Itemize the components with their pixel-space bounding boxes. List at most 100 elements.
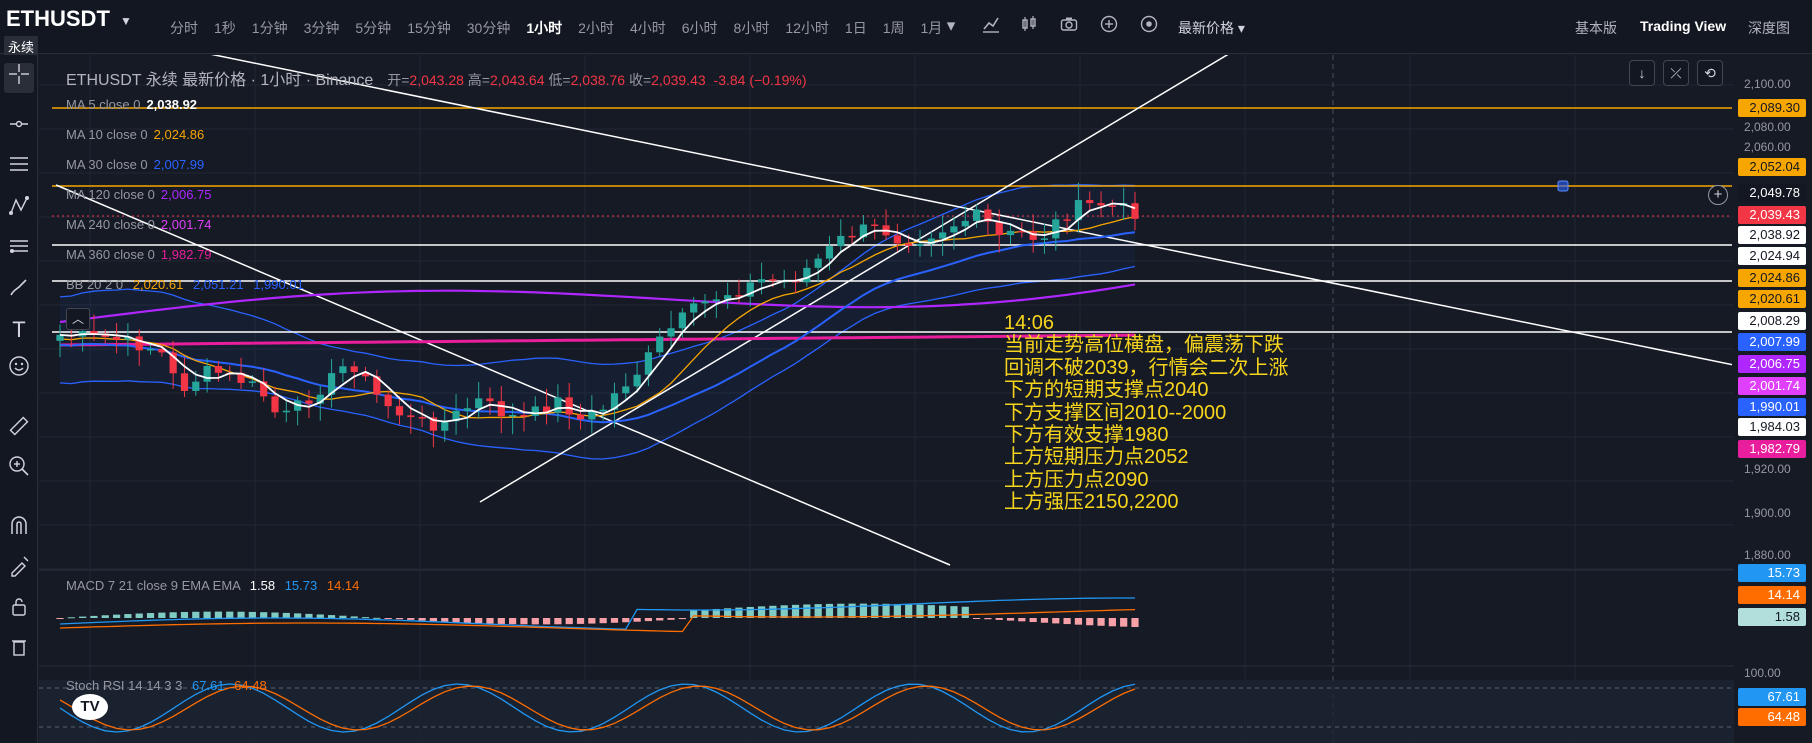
reset-chart-icon[interactable]: ⟲ [1697, 60, 1723, 86]
candle-body [972, 209, 981, 221]
interval-11[interactable]: 8小时 [726, 18, 778, 38]
stoch-rsi-legend[interactable]: Stoch RSI 14 14 3 3 67.61 64.48 [66, 678, 267, 693]
interval-7[interactable]: 1小时 [518, 18, 570, 38]
scroll-down-icon[interactable]: ↓ [1629, 60, 1655, 86]
interval-10[interactable]: 6小时 [674, 18, 726, 38]
price-axis-label: 2,006.75 [1738, 355, 1806, 373]
interval-2[interactable]: 1分钟 [244, 18, 296, 38]
bb-label: BB 20 2 0 [66, 277, 124, 292]
fib-icon[interactable] [4, 235, 34, 265]
horizontal-lines-icon[interactable] [4, 153, 34, 183]
fullscreen-icon[interactable]: ⤫ [1663, 60, 1689, 86]
zoom-in-icon[interactable] [4, 455, 34, 485]
macd-legend[interactable]: MACD 7 21 close 9 EMA EMA 1.58 15.73 14.… [66, 578, 359, 593]
macd-histogram-bar [893, 604, 901, 618]
macd-histogram-bar [327, 615, 336, 618]
ma30-legend[interactable]: MA 30 close 0 2,007.99 [66, 157, 204, 172]
pattern-icon[interactable] [4, 195, 34, 225]
macd-histogram-bar [146, 613, 155, 618]
interval-12[interactable]: 12小时 [777, 18, 837, 38]
add-alert-icon[interactable]: + [1708, 185, 1728, 205]
interval-0[interactable]: 分时 [162, 18, 206, 38]
macd-histogram-bar [599, 618, 607, 624]
interval-1[interactable]: 1秒 [206, 18, 244, 38]
symbol-name[interactable]: ETHUSDT [6, 6, 110, 32]
text-tool-icon[interactable]: T [4, 315, 34, 345]
tab-tradingview[interactable]: Trading View [1640, 18, 1726, 34]
price-mode-dropdown[interactable]: 最新价格 ▾ [1178, 18, 1245, 38]
interval-13[interactable]: 1日 [837, 18, 875, 38]
candle-body [192, 381, 200, 391]
collapse-legend-icon[interactable]: ︿ [66, 308, 90, 330]
macd-histogram-bar [260, 612, 268, 618]
bb-upper-value: 2,051.21 [192, 277, 244, 292]
candle-body [146, 348, 155, 351]
candle-body [837, 235, 845, 247]
price-axis-label: 2,039.43 [1738, 206, 1806, 224]
macd-histogram-bar [554, 618, 562, 625]
lock-icon[interactable] [4, 595, 34, 625]
macd-histogram-bar [622, 618, 630, 623]
trash-icon[interactable] [4, 635, 34, 665]
candle-body [1086, 200, 1094, 204]
macd-histogram-bar [463, 618, 471, 623]
ruler-icon[interactable] [4, 415, 34, 445]
candle-body [395, 406, 404, 416]
tab-basic-view[interactable]: 基本版 [1575, 18, 1617, 38]
ma120-label: MA 120 close 0 [66, 187, 155, 202]
macd-histogram-bar [180, 611, 189, 618]
candle-body [576, 414, 585, 420]
symbol-dropdown-icon[interactable]: ▼ [120, 14, 132, 28]
macd-histogram-bar [520, 618, 528, 625]
trend-line-icon[interactable] [4, 113, 34, 143]
chart-title: ETHUSDT 永续 最新价格 · 1小时 · Binance [66, 72, 374, 89]
price-chart[interactable] [0, 0, 1812, 743]
emoji-icon[interactable] [4, 355, 34, 385]
interval-3[interactable]: 3分钟 [296, 18, 348, 38]
interval-6[interactable]: 30分钟 [459, 18, 519, 38]
candle-body [610, 393, 619, 410]
add-circle-icon[interactable] [1098, 15, 1120, 37]
magnet-icon[interactable] [4, 515, 34, 545]
brush-icon[interactable] [4, 277, 34, 307]
stoch-k-value: 67.61 [191, 678, 225, 693]
bb-legend[interactable]: BB 20 2 0 2,020.61 2,051.21 1,990.01 [66, 277, 304, 292]
crosshair-icon[interactable] [4, 63, 34, 93]
ma5-legend[interactable]: MA 5 close 0 2,038.92 [66, 97, 197, 112]
interval-5[interactable]: 15分钟 [399, 18, 459, 38]
more-intervals-icon[interactable]: ▾ [940, 15, 962, 37]
macd-histogram-bar [837, 603, 845, 618]
drawing-toolbar: T [0, 55, 38, 743]
ma360-legend[interactable]: MA 360 close 0 1,982.79 [66, 247, 212, 262]
candle-body [599, 409, 607, 412]
macd-histogram-bar [871, 603, 879, 618]
macd-histogram-bar [226, 611, 234, 618]
settings-icon[interactable] [1138, 15, 1160, 37]
ma10-legend[interactable]: MA 10 close 0 2,024.86 [66, 127, 204, 142]
candle-body [452, 410, 460, 422]
indicators-icon[interactable] [980, 15, 1002, 37]
candle-body [1018, 230, 1026, 233]
macd-histogram-bar [972, 618, 981, 619]
candle-body [791, 280, 800, 283]
high-label: 高= [467, 72, 490, 88]
chart-type-icon[interactable] [1018, 15, 1040, 37]
candle-body [418, 417, 426, 419]
ma240-legend[interactable]: MA 240 close 0 2,001.74 [66, 217, 212, 232]
lock-drawing-icon[interactable] [4, 555, 34, 585]
chart-legend: ETHUSDT 永续 最新价格 · 1小时 · Binance 开=2,043.… [66, 66, 807, 90]
tradingview-logo[interactable]: TV [72, 694, 108, 720]
interval-4[interactable]: 5分钟 [347, 18, 399, 38]
candle-body [746, 282, 754, 297]
tab-depth-chart[interactable]: 深度图 [1748, 18, 1790, 38]
interval-9[interactable]: 4小时 [622, 18, 674, 38]
ma120-legend[interactable]: MA 120 close 0 2,006.75 [66, 187, 212, 202]
interval-8[interactable]: 2小时 [570, 18, 622, 38]
open-label: 开= [387, 72, 410, 88]
candle-body [67, 334, 75, 337]
macd-histogram-bar [1074, 618, 1083, 625]
camera-icon[interactable] [1058, 15, 1080, 37]
macd-histogram-bar [339, 615, 347, 618]
interval-14[interactable]: 1周 [875, 18, 913, 38]
ma240-label: MA 240 close 0 [66, 217, 155, 232]
